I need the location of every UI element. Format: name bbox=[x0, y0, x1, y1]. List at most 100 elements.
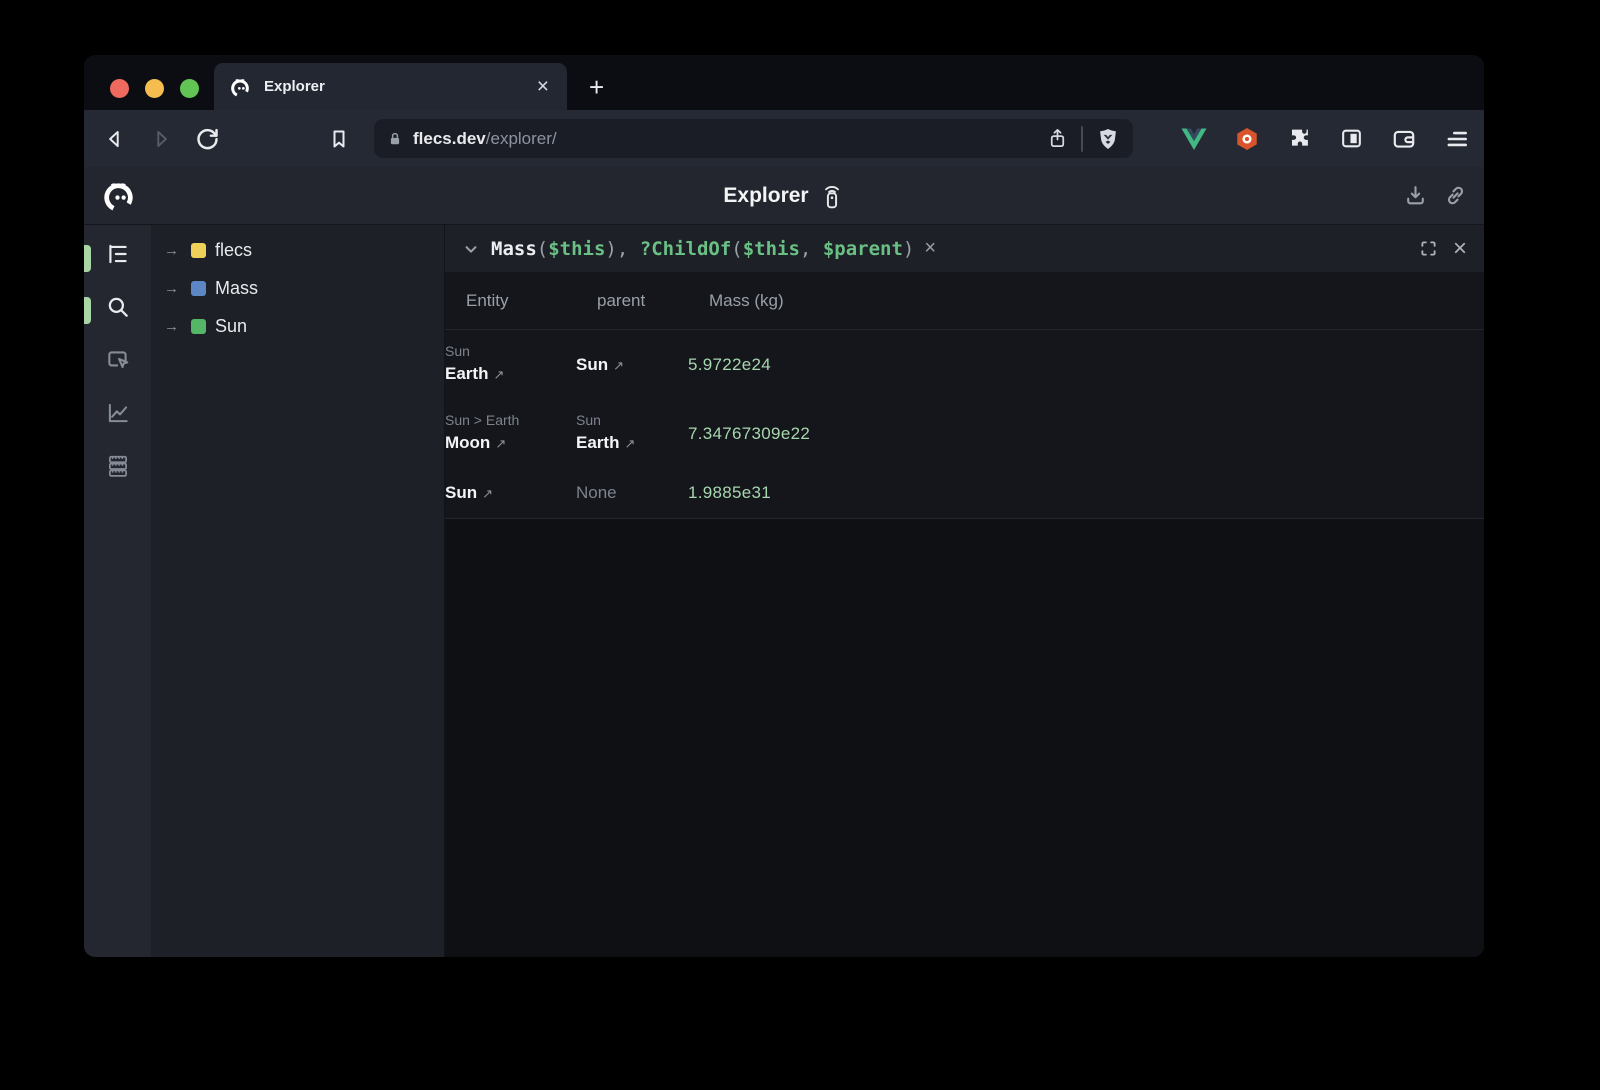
new-tab-button[interactable]: + bbox=[589, 74, 604, 100]
tab-title: Explorer bbox=[264, 78, 533, 95]
url-bar[interactable]: flecs.dev/explorer/ bbox=[374, 119, 1133, 158]
content-area: →flecs→Mass→Sun Mass($this), ?ChildOf($t… bbox=[84, 225, 1484, 957]
search-panel-icon[interactable] bbox=[105, 294, 131, 320]
entity-color-swatch bbox=[191, 319, 206, 334]
query-bar[interactable]: Mass($this), ?ChildOf($this, $parent) × … bbox=[445, 225, 1484, 272]
url-path: /explorer/ bbox=[486, 129, 557, 149]
stats-panel-icon[interactable] bbox=[105, 400, 131, 426]
open-entity-icon[interactable]: ↗ bbox=[495, 436, 506, 451]
entity-name[interactable]: Moon↗ bbox=[445, 430, 576, 456]
query-token-var: $parent bbox=[823, 238, 903, 260]
parent-cell: SunEarth↗ bbox=[576, 411, 688, 456]
parent-cell: None bbox=[576, 483, 688, 503]
mass-value: 1.9885e31 bbox=[688, 483, 1484, 503]
tree-item-sun[interactable]: → Sun bbox=[151, 307, 444, 345]
fullscreen-icon[interactable] bbox=[1418, 238, 1439, 259]
copy-link-icon[interactable] bbox=[1443, 183, 1468, 208]
tree-panel-active-indicator bbox=[84, 245, 91, 272]
parent-name[interactable]: Sun ↗ bbox=[576, 352, 688, 378]
forward-button[interactable] bbox=[144, 122, 178, 156]
close-window-button[interactable] bbox=[110, 79, 129, 98]
mass-value: 7.34767309e22 bbox=[688, 424, 1484, 444]
query-panel-active-indicator bbox=[84, 297, 91, 324]
zoom-window-button[interactable] bbox=[180, 79, 199, 98]
query-token-var: $this bbox=[548, 238, 605, 260]
entity-name[interactable]: Earth ↗ bbox=[445, 361, 576, 387]
tab-bar: Explorer × + bbox=[84, 55, 1484, 110]
reload-button[interactable] bbox=[190, 122, 224, 156]
query-expression[interactable]: Mass($this), ?ChildOf($this, $parent) bbox=[491, 238, 914, 260]
traffic-lights bbox=[110, 79, 199, 98]
wallet-icon[interactable] bbox=[1391, 126, 1417, 152]
orange-hexagon-extension-icon[interactable] bbox=[1234, 126, 1260, 152]
expand-arrow-icon[interactable]: → bbox=[164, 242, 182, 259]
expand-arrow-icon[interactable]: → bbox=[164, 318, 182, 335]
column-header-mass: Mass (kg) bbox=[709, 291, 1484, 311]
open-entity-icon[interactable]: ↗ bbox=[493, 367, 504, 382]
entity-name[interactable]: Sun ↗ bbox=[445, 480, 576, 506]
query-token-var: $this bbox=[743, 238, 800, 260]
url-domain: flecs.dev bbox=[413, 129, 486, 149]
share-icon[interactable] bbox=[1046, 127, 1069, 150]
entity-label: Sun bbox=[445, 483, 477, 502]
query-token-punct: ), bbox=[605, 238, 639, 260]
parent-name[interactable]: Earth ↗ bbox=[576, 430, 688, 456]
query-token-punct: , bbox=[800, 238, 823, 260]
tree-item-flecs[interactable]: → flecs bbox=[151, 231, 444, 269]
entity-path: Sun bbox=[445, 342, 576, 361]
query-clear-icon[interactable]: × bbox=[924, 237, 936, 260]
collapse-chevron-icon[interactable] bbox=[462, 240, 480, 258]
brave-shield-icon[interactable] bbox=[1095, 126, 1121, 152]
column-header-entity: Entity bbox=[466, 291, 597, 311]
tree-panel-icon[interactable] bbox=[105, 241, 131, 267]
query-token-punct: ) bbox=[903, 238, 914, 260]
parent-name: None bbox=[576, 483, 688, 503]
expand-arrow-icon[interactable]: → bbox=[164, 280, 182, 297]
query-token-punct: ( bbox=[731, 238, 742, 260]
vue-devtools-extension-icon[interactable] bbox=[1181, 127, 1207, 151]
toolbar-divider bbox=[1081, 126, 1083, 152]
explorer-header: Explorer bbox=[84, 167, 1484, 225]
remote-connection-icon[interactable] bbox=[819, 182, 845, 210]
sidebar-toggle-icon[interactable] bbox=[1339, 126, 1364, 151]
entity-cell: Sun > EarthMoon↗ bbox=[445, 411, 576, 456]
open-entity-icon[interactable]: ↗ bbox=[613, 358, 624, 373]
entity-cell: Sun ↗ bbox=[445, 480, 576, 506]
browser-toolbar: flecs.dev/explorer/ bbox=[84, 110, 1484, 167]
extensions-puzzle-icon[interactable] bbox=[1287, 126, 1312, 151]
inspector-panel-icon[interactable] bbox=[105, 347, 131, 373]
download-icon[interactable] bbox=[1403, 183, 1428, 208]
entity-cell: Sun Earth ↗ bbox=[445, 342, 576, 387]
browser-window: Explorer × + bbox=[84, 55, 1484, 957]
query-token-punct: ( bbox=[537, 238, 548, 260]
journal-panel-icon[interactable] bbox=[105, 453, 131, 479]
entity-path: Sun > Earth bbox=[445, 411, 576, 430]
tree-item-label: flecs bbox=[215, 240, 252, 261]
entity-label: Earth bbox=[445, 364, 488, 383]
column-header-parent: parent bbox=[597, 291, 709, 311]
browser-tab[interactable]: Explorer × bbox=[214, 63, 567, 110]
bookmark-icon[interactable] bbox=[322, 122, 356, 156]
query-close-icon[interactable]: × bbox=[1453, 237, 1467, 261]
parent-label: Sun bbox=[576, 355, 608, 374]
query-results-panel: Mass($this), ?ChildOf($this, $parent) × … bbox=[445, 225, 1484, 957]
back-button[interactable] bbox=[98, 122, 132, 156]
minimize-window-button[interactable] bbox=[145, 79, 164, 98]
open-entity-icon[interactable]: ↗ bbox=[624, 436, 635, 451]
tab-close-icon[interactable]: × bbox=[533, 76, 553, 97]
tree-item-mass[interactable]: →Mass bbox=[151, 269, 444, 307]
menu-hamburger-icon[interactable] bbox=[1444, 126, 1470, 152]
table-row: Sun ↗ None 1.9885e31 bbox=[445, 468, 1484, 518]
query-token-ident: Mass bbox=[491, 238, 537, 260]
mass-value: 5.9722e24 bbox=[688, 355, 1484, 375]
desktop: Explorer × + bbox=[0, 0, 1600, 1090]
open-entity-icon[interactable]: ↗ bbox=[482, 486, 493, 501]
lock-icon bbox=[386, 130, 404, 148]
parent-label: None bbox=[576, 483, 617, 502]
parent-label: Earth bbox=[576, 433, 619, 452]
results-table-header: Entity parent Mass (kg) bbox=[445, 272, 1484, 330]
tree-item-label: Sun bbox=[215, 316, 247, 337]
results-table-body: SunEarth↗Sun↗5.9722e24Sun > EarthMoon↗Su… bbox=[445, 330, 1484, 518]
page-title: Explorer bbox=[723, 184, 808, 208]
panel-icon-strip bbox=[84, 225, 151, 957]
